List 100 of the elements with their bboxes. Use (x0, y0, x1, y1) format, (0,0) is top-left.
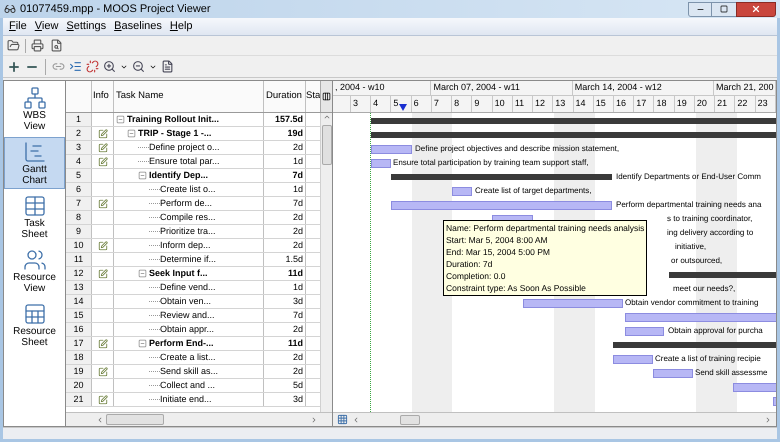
task-name: Define vend... (160, 280, 216, 294)
duration-cell: 1.5d (264, 253, 306, 266)
task-name: TRIP - Stage 1 -... (138, 126, 212, 140)
day-header: 6 (414, 97, 419, 110)
row-number: 5 (66, 169, 92, 182)
scroll-left-icon[interactable] (352, 416, 360, 424)
note-icon[interactable] (98, 198, 108, 208)
duration-cell: 19d (264, 127, 306, 140)
day-header: 7 (434, 97, 439, 110)
collapse-icon[interactable] (138, 171, 147, 180)
day-header: 16 (616, 97, 626, 110)
unlink-icon[interactable] (86, 60, 99, 73)
duration-cell: 1d (264, 155, 306, 168)
scroll-thumb[interactable] (400, 414, 420, 424)
bar-label: Ensure total participation by training team support staff, (393, 157, 589, 169)
row-number: 20 (66, 379, 92, 392)
duration-cell: 2d (264, 141, 306, 154)
menu-item[interactable]: Help (170, 18, 193, 35)
menu-item[interactable]: Baselines (114, 18, 162, 35)
note-icon[interactable] (98, 142, 108, 152)
scroll-right-icon[interactable] (764, 416, 772, 424)
view-button[interactable]: Resource View (4, 245, 65, 297)
zoom-in-icon[interactable] (103, 60, 116, 73)
note-icon[interactable] (98, 394, 108, 404)
horizontal-scrollbar[interactable] (66, 412, 332, 426)
note-icon[interactable] (98, 338, 108, 348)
view-icon (22, 248, 46, 272)
row-number: 13 (66, 281, 92, 294)
bar-label: Identify Departments or End-User Comm (616, 171, 761, 183)
view-button[interactable]: WBS View (4, 83, 65, 135)
scroll-left-icon[interactable] (96, 416, 104, 424)
task-name: Compile res... (160, 210, 216, 224)
duration-cell: 11d (264, 267, 306, 280)
duration-cell: 5d (264, 379, 306, 392)
menu-item[interactable]: File (9, 18, 27, 35)
task-name: Review and... (160, 308, 215, 322)
scroll-thumb[interactable] (106, 414, 164, 425)
scroll-right-icon[interactable] (310, 416, 318, 424)
row-number: 19 (66, 365, 92, 378)
bar-label: Perform departmental training needs ana (616, 199, 762, 211)
bar-label: Create a list of training recipie (655, 353, 761, 365)
row-number: 8 (66, 211, 92, 224)
view-button[interactable]: Gantt Chart (4, 137, 65, 189)
day-header: 14 (576, 97, 586, 110)
duration-cell: 2d (264, 239, 306, 252)
add-icon[interactable] (7, 60, 21, 74)
task-name: Create a list... (160, 350, 216, 364)
tooltip-line: Duration: 7d (446, 258, 494, 270)
maximize-button[interactable] (712, 2, 736, 16)
view-button[interactable]: Task Sheet (4, 191, 65, 243)
note-icon[interactable] (98, 268, 108, 278)
grid-icon[interactable] (337, 414, 348, 425)
collapse-icon[interactable] (138, 339, 147, 348)
row-number: 2 (66, 127, 92, 140)
task-name: Perform End-... (149, 336, 214, 350)
document-icon[interactable] (161, 60, 174, 73)
row-number: 14 (66, 295, 92, 308)
column-header[interactable]: Duration (264, 81, 306, 112)
bar-label: Obtain approval for purcha (668, 325, 763, 337)
bar-label: Create list of target departments, (475, 185, 592, 197)
open-icon[interactable] (7, 39, 20, 52)
week-header: , 2004 - w10 (333, 81, 432, 95)
column-header[interactable]: Info (92, 81, 114, 112)
view-button[interactable]: Resource Sheet (4, 299, 65, 351)
zoom-out-icon[interactable] (132, 60, 145, 73)
note-icon[interactable] (98, 156, 108, 166)
task-name: Ensure total par... (149, 154, 220, 168)
column-header[interactable]: Task Name (114, 81, 264, 112)
duration-cell: 1d (264, 281, 306, 294)
row-number: 18 (66, 351, 92, 364)
close-button[interactable] (736, 2, 776, 16)
column-header[interactable]: Sta (306, 81, 320, 112)
task-name: Initiate end... (160, 392, 212, 406)
print-icon[interactable] (31, 39, 44, 52)
note-icon[interactable] (98, 240, 108, 250)
duration-cell: 7d (264, 197, 306, 210)
day-header: 15 (596, 97, 606, 110)
scroll-up-icon[interactable] (322, 113, 330, 121)
menu-item[interactable]: Settings (66, 18, 106, 35)
vertical-scrollbar[interactable] (320, 113, 332, 412)
menu-item[interactable]: View (34, 18, 58, 35)
task-name: Training Rollout Init... (127, 113, 219, 126)
close-icon (751, 4, 761, 14)
collapse-icon[interactable] (127, 129, 136, 138)
row-number: 7 (66, 197, 92, 210)
task-name: Collect and ... (160, 378, 216, 392)
column-picker-button[interactable] (320, 81, 332, 112)
collapse-icon[interactable] (138, 269, 147, 278)
print-preview-icon[interactable] (50, 39, 63, 52)
indent-icon[interactable] (69, 60, 82, 73)
note-icon[interactable] (98, 366, 108, 376)
note-icon[interactable] (98, 128, 108, 138)
view-icon (22, 302, 46, 326)
collapse-icon[interactable] (116, 115, 125, 124)
day-header: 20 (696, 97, 707, 110)
scroll-thumb[interactable] (322, 125, 332, 165)
duration-cell: 3d (264, 295, 306, 308)
row-number: 15 (66, 309, 92, 322)
horizontal-scrollbar[interactable] (352, 414, 772, 426)
duration-cell: 2d (264, 351, 306, 364)
